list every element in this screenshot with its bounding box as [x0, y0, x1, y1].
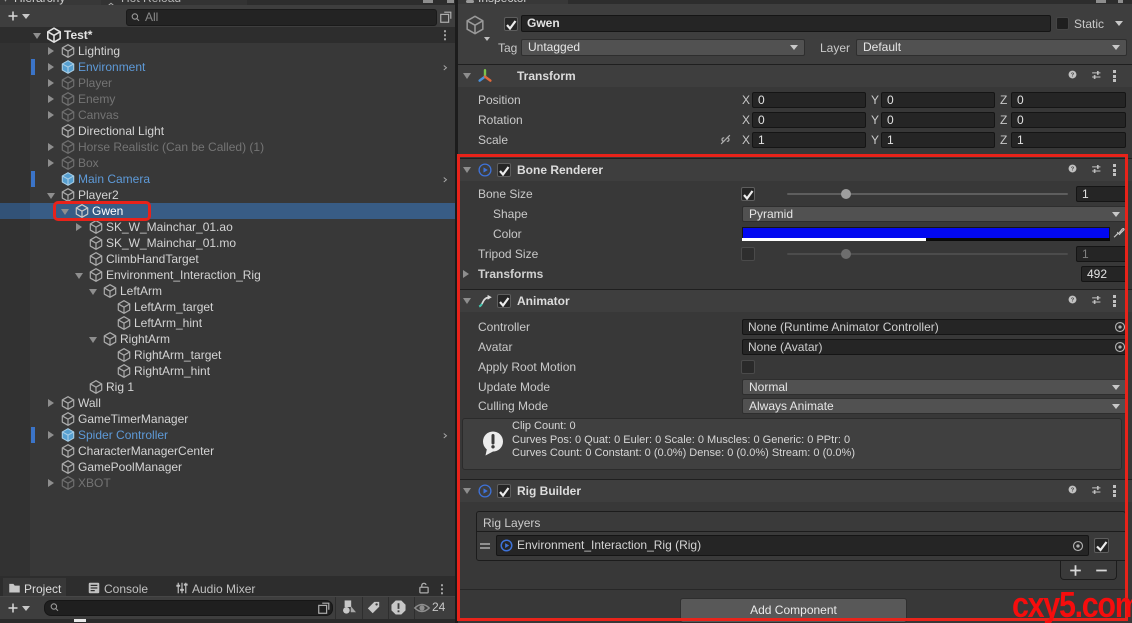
svg-text:?: ? [1071, 72, 1075, 78]
